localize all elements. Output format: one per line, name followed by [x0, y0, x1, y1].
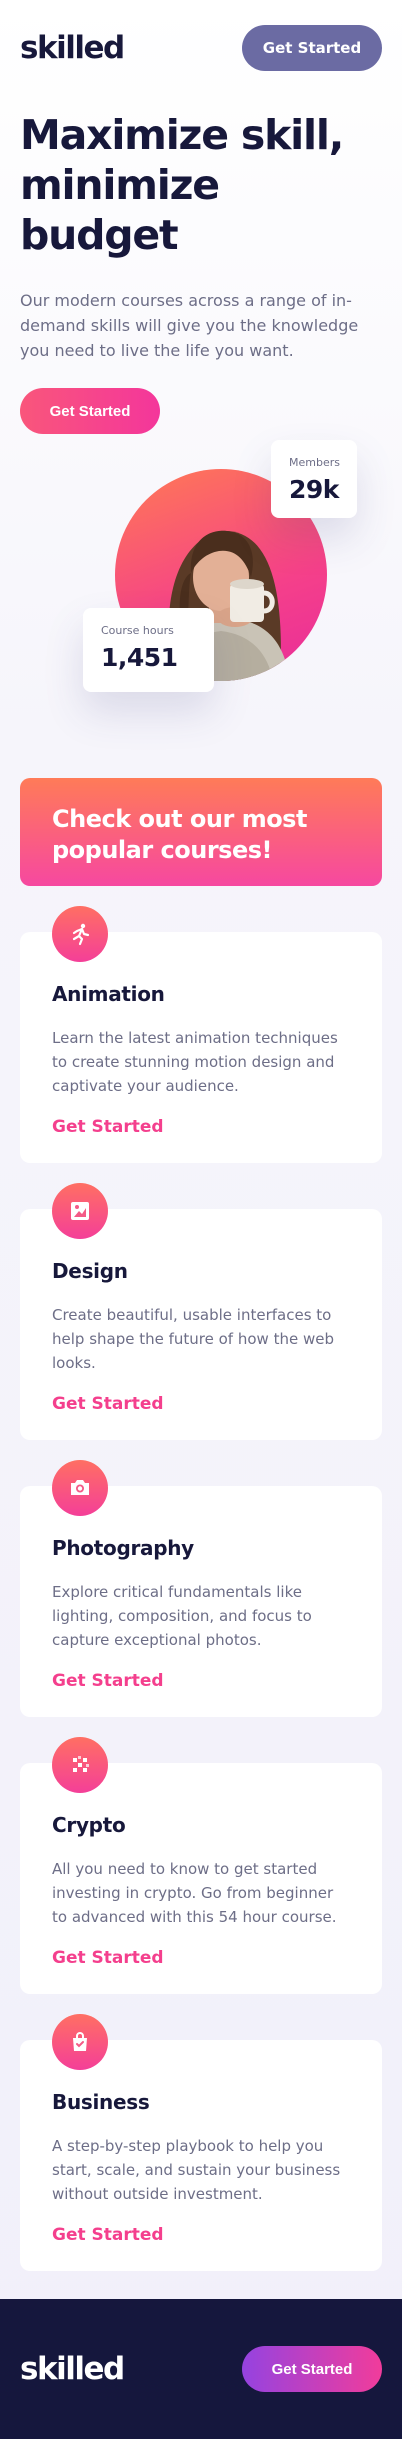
popular-courses-banner: Check out our most popular courses!: [20, 778, 382, 886]
course-list: Animation Learn the latest animation tec…: [20, 906, 382, 2271]
course-hours-label: Course hours: [101, 624, 174, 637]
course-description: A step-by-step playbook to help you star…: [52, 2137, 341, 2203]
course-title: Photography: [52, 1536, 194, 1560]
course-hours-value: 1,451: [101, 643, 178, 672]
course-get-started-link[interactable]: Get Started: [52, 1671, 164, 1691]
image-frame-icon: [52, 1183, 108, 1239]
course-card-business: Business A step-by-step playbook to help…: [20, 2014, 382, 2271]
hero-get-started-button[interactable]: Get Started: [20, 388, 160, 434]
members-value: 29k: [289, 475, 339, 504]
logo[interactable]: skilled: [20, 30, 125, 66]
shopping-bag-icon: [52, 2014, 108, 2070]
course-title: Animation: [52, 982, 165, 1006]
footer-get-started-button[interactable]: Get Started: [242, 2346, 382, 2392]
course-description: Create beautiful, usable interfaces to h…: [52, 1306, 334, 1372]
course-get-started-link[interactable]: Get Started: [52, 1117, 164, 1137]
members-label: Members: [289, 456, 340, 469]
camera-icon: [52, 1460, 108, 1516]
running-person-icon: [52, 906, 108, 962]
course-get-started-link[interactable]: Get Started: [52, 1394, 164, 1414]
course-card-design: Design Create beautiful, usable interfac…: [20, 1183, 382, 1440]
course-card-crypto: Crypto All you need to know to get start…: [20, 1737, 382, 1994]
site-footer: skilled Get Started: [0, 2299, 402, 2439]
course-title: Business: [52, 2090, 150, 2114]
course-card-animation: Animation Learn the latest animation tec…: [20, 906, 382, 1163]
course-hours-stat-card: Course hours 1,451: [83, 608, 214, 692]
hero-title: Maximize skill, minimize budget: [20, 111, 344, 259]
site-header: skilled Get Started: [0, 0, 402, 96]
popular-courses-title: Check out our most popular courses!: [52, 805, 307, 864]
course-description: All you need to know to get started inve…: [52, 1860, 337, 1926]
course-title: Crypto: [52, 1813, 126, 1837]
hero-section: Maximize skill, minimize budget Our mode…: [0, 96, 402, 724]
members-stat-card: Members 29k: [271, 440, 357, 518]
crypto-grid-icon: [52, 1737, 108, 1793]
footer-logo[interactable]: skilled: [20, 2351, 125, 2387]
header-get-started-button[interactable]: Get Started: [242, 25, 382, 71]
course-get-started-link[interactable]: Get Started: [52, 2225, 164, 2245]
course-description: Explore critical fundamentals like light…: [52, 1583, 312, 1649]
course-get-started-link[interactable]: Get Started: [52, 1948, 164, 1968]
hero-visual: Members 29k Course hours 1,451: [20, 434, 382, 724]
course-title: Design: [52, 1259, 128, 1283]
hero-description: Our modern courses across a range of in-…: [20, 291, 359, 360]
course-card-photography: Photography Explore critical fundamental…: [20, 1460, 382, 1717]
course-description: Learn the latest animation techniques to…: [52, 1029, 338, 1095]
